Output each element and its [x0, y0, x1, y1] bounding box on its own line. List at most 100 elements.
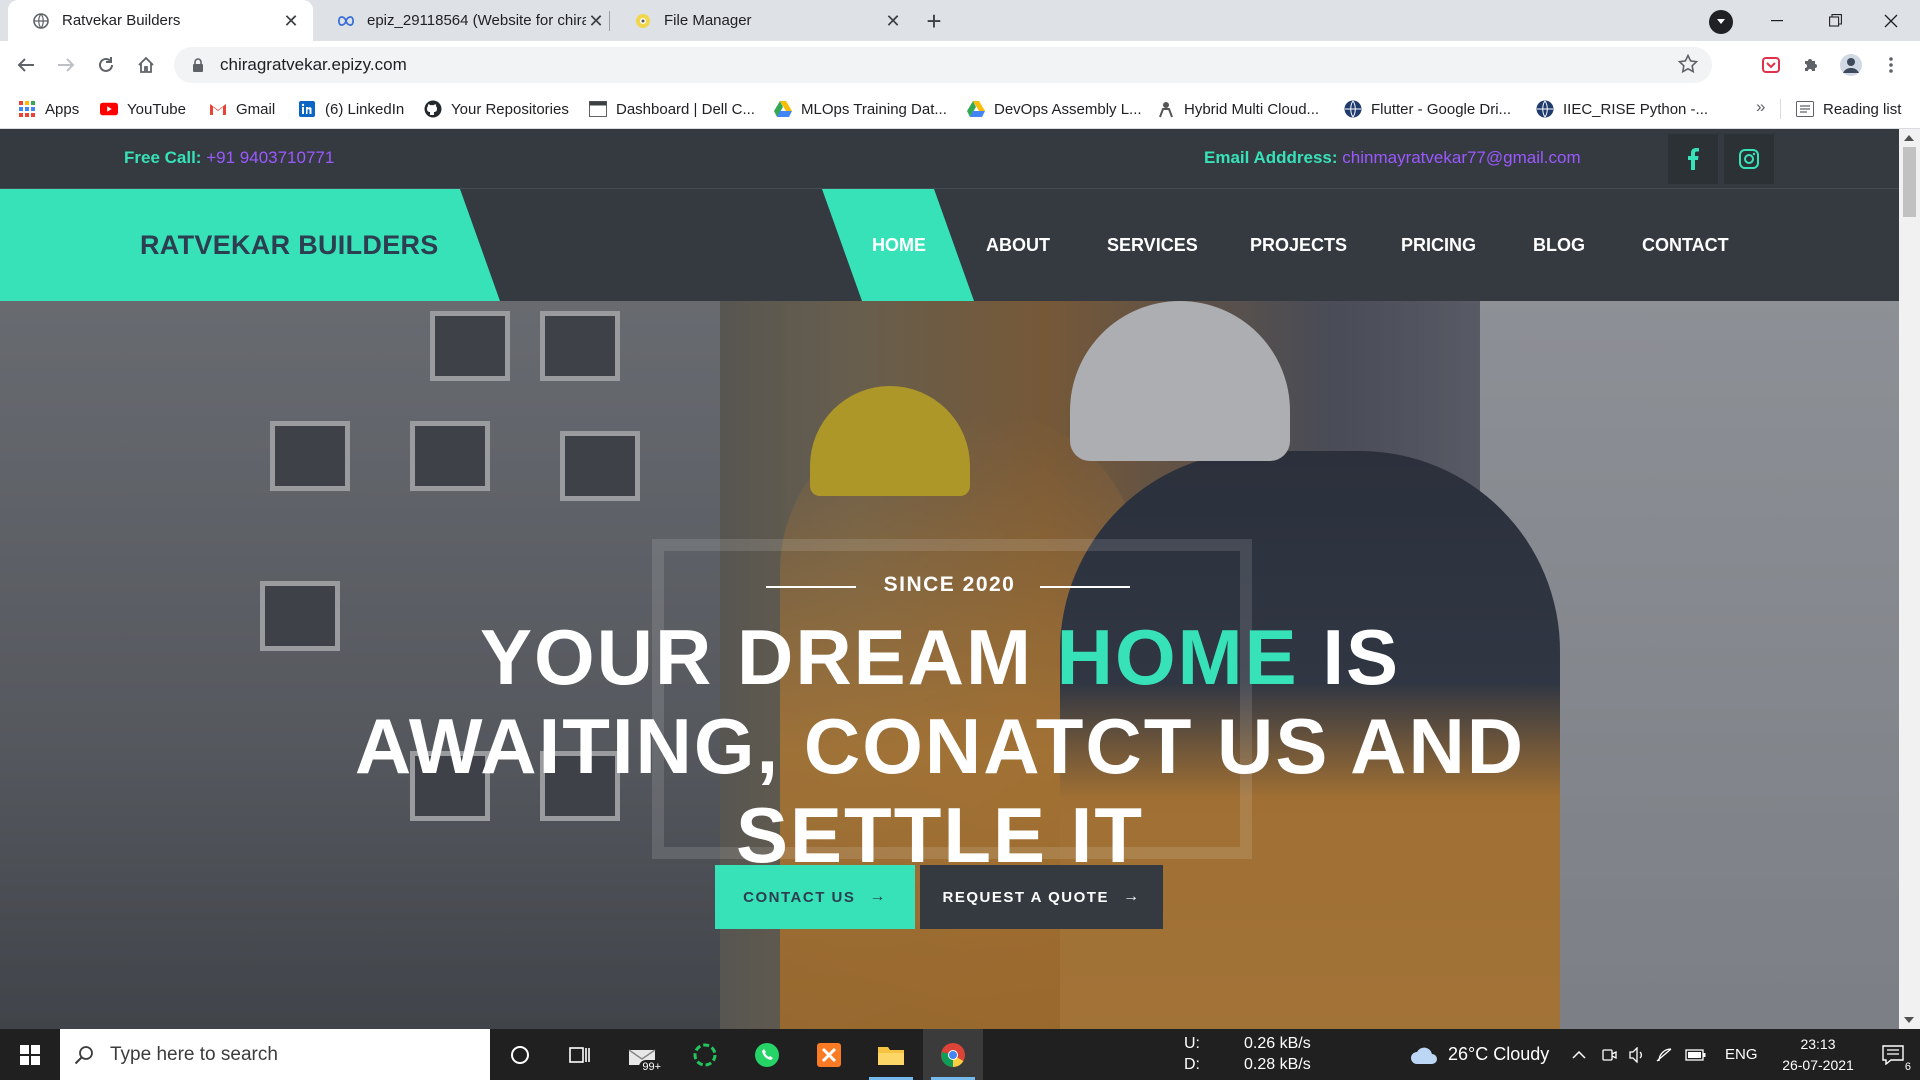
bookmark-gmail[interactable]: Gmail [209, 97, 275, 121]
forward-icon[interactable] [48, 47, 84, 83]
bookmark-label: IIEC_RISE Python -... [1563, 100, 1709, 118]
phone-link[interactable]: +91 9403710771 [206, 148, 334, 167]
chrome-icon[interactable] [923, 1029, 983, 1080]
scrollbar-thumb[interactable] [1903, 147, 1916, 217]
bookmark-label: Flutter - Google Dri... [1371, 100, 1512, 118]
bookmark-label: Dashboard | Dell C... [616, 100, 755, 118]
volume-icon[interactable] [1628, 1029, 1646, 1080]
bookmarks-bar: Apps YouTube Gmail (6) LinkedIn Your Rep… [0, 89, 1920, 129]
net-down-label: D: [1184, 1056, 1200, 1073]
arrow-right-icon: → [1122, 888, 1141, 905]
email-link[interactable]: chinmayratvekar77@gmail.com [1342, 148, 1580, 167]
free-call-info: Free Call: +91 9403710771 [124, 148, 334, 168]
bookmark-star-icon[interactable] [1677, 53, 1699, 79]
bookmark-flutter[interactable]: Flutter - Google Dri... [1344, 97, 1511, 121]
bookmark-devops[interactable]: DevOps Assembly L... [967, 97, 1142, 121]
taskbar-clock[interactable]: 23:13 26-07-2021 [1770, 1034, 1866, 1076]
tab-epiz[interactable]: epiz_29118564 (Website for chira ✕ [313, 0, 618, 41]
email-label: Email Adddress: [1204, 148, 1338, 167]
close-tab-icon[interactable]: ✕ [883, 11, 903, 31]
youtube-icon [100, 100, 118, 118]
net-up-value: 0.26 kB/s [1244, 1035, 1311, 1052]
contact-us-button[interactable]: CONTACT US → [715, 865, 915, 929]
site-topbar: Free Call: +91 9403710771 Email Adddress… [0, 129, 1899, 189]
bookmark-hybrid-multi-cloud[interactable]: Hybrid Multi Cloud... [1157, 97, 1319, 121]
browser-menu-icon[interactable] [1877, 51, 1905, 79]
google-drive-icon [774, 100, 792, 118]
tab-file-manager[interactable]: File Manager ✕ [610, 0, 915, 41]
bookmark-iiec-rise[interactable]: IIEC_RISE Python -... [1536, 97, 1708, 121]
extensions-puzzle-icon[interactable] [1797, 51, 1825, 79]
new-tab-button[interactable]: + [918, 6, 950, 38]
bookmark-dashboard-dell[interactable]: Dashboard | Dell C... [589, 97, 755, 121]
infinity-icon [337, 12, 355, 30]
clock-time: 23:13 [1800, 1036, 1836, 1052]
windows-taskbar: Type here to search 99+ U: 0.26 kB/s D: 0.… [0, 1029, 1920, 1080]
apps-grid-icon [18, 100, 36, 118]
xampp-icon[interactable] [799, 1029, 859, 1080]
more-bookmarks-button[interactable]: » [1756, 97, 1765, 117]
close-window-icon[interactable] [1862, 0, 1920, 41]
instagram-icon[interactable] [1724, 134, 1774, 184]
nav-contact[interactable]: CONTACT [1642, 189, 1729, 301]
nav-blog[interactable]: BLOG [1533, 189, 1585, 301]
nav-services[interactable]: SERVICES [1107, 189, 1198, 301]
bookmark-linkedin[interactable]: (6) LinkedIn [298, 97, 404, 121]
home-icon[interactable] [128, 47, 164, 83]
file-explorer-icon[interactable] [861, 1029, 921, 1080]
cortana-icon[interactable] [490, 1029, 550, 1080]
task-view-icon[interactable] [550, 1029, 610, 1080]
close-tab-icon[interactable]: ✕ [281, 11, 301, 31]
page-scrollbar[interactable] [1899, 129, 1920, 1029]
bookmark-label: Hybrid Multi Cloud... [1184, 100, 1320, 118]
free-call-label: Free Call: [124, 148, 202, 167]
battery-icon[interactable] [1685, 1029, 1707, 1080]
lock-icon[interactable] [190, 57, 206, 73]
bookmark-mlops[interactable]: MLOps Training Dat... [774, 97, 947, 121]
weather-widget[interactable]: 26°C Cloudy [1410, 1029, 1549, 1080]
contact-us-label: CONTACT US [743, 888, 856, 906]
web-page: Free Call: +91 9403710771 Email Adddress… [0, 129, 1899, 1029]
sync-app-icon[interactable] [675, 1029, 735, 1080]
nav-about[interactable]: ABOUT [986, 189, 1050, 301]
browser-toolbar: chiragratvekar.epizy.com [0, 41, 1920, 89]
windows-start-icon[interactable] [0, 1029, 60, 1080]
language-indicator[interactable]: ENG [1725, 1029, 1758, 1080]
tab-title: File Manager [664, 12, 752, 29]
profile-avatar-icon[interactable] [1837, 51, 1865, 79]
tray-chevron-icon[interactable] [1572, 1029, 1586, 1080]
taskbar-search-box[interactable]: Type here to search [60, 1029, 490, 1080]
pocket-extension-icon[interactable] [1757, 51, 1785, 79]
action-center-icon[interactable]: 6 [1866, 1029, 1920, 1080]
reading-list-button[interactable]: Reading list [1796, 97, 1901, 121]
wifi-icon[interactable] [1656, 1029, 1674, 1080]
minimize-icon[interactable] [1748, 0, 1806, 41]
meet-now-icon[interactable] [1601, 1029, 1617, 1080]
nav-pricing[interactable]: PRICING [1401, 189, 1476, 301]
restore-icon[interactable] [1806, 0, 1864, 41]
tab-title: Ratvekar Builders [62, 12, 181, 29]
reload-icon[interactable] [88, 47, 124, 83]
request-quote-button[interactable]: REQUEST A QUOTE → [920, 865, 1163, 929]
reading-list-label: Reading list [1823, 100, 1902, 118]
bookmark-apps[interactable]: Apps [18, 97, 79, 121]
bookmark-label: Your Repositories [451, 100, 569, 118]
tab-search-icon[interactable] [1709, 10, 1733, 34]
tab-ratvekar-builders[interactable]: Ratvekar Builders ✕ [8, 0, 313, 41]
whatsapp-icon[interactable] [737, 1029, 797, 1080]
mail-app-icon[interactable]: 99+ [612, 1029, 672, 1080]
scroll-up-icon[interactable] [1904, 135, 1914, 141]
person-icon [1157, 100, 1175, 118]
bookmark-youtube[interactable]: YouTube [100, 97, 186, 121]
hero-headline: YOUR DREAM HOME IS AWAITING, CONATCT US … [300, 613, 1580, 880]
back-icon[interactable] [8, 47, 44, 83]
facebook-icon[interactable] [1668, 134, 1718, 184]
nav-home[interactable]: HOME [872, 189, 926, 301]
bookmark-your-repositories[interactable]: Your Repositories [424, 97, 569, 121]
close-tab-icon[interactable]: ✕ [586, 11, 606, 31]
scroll-down-icon[interactable] [1904, 1017, 1914, 1023]
nav-projects[interactable]: PROJECTS [1250, 189, 1347, 301]
tab-title: epiz_29118564 (Website for chira [367, 12, 586, 29]
address-bar[interactable]: chiragratvekar.epizy.com [174, 47, 1712, 83]
site-logo[interactable]: RATVEKAR BUILDERS [0, 189, 500, 301]
